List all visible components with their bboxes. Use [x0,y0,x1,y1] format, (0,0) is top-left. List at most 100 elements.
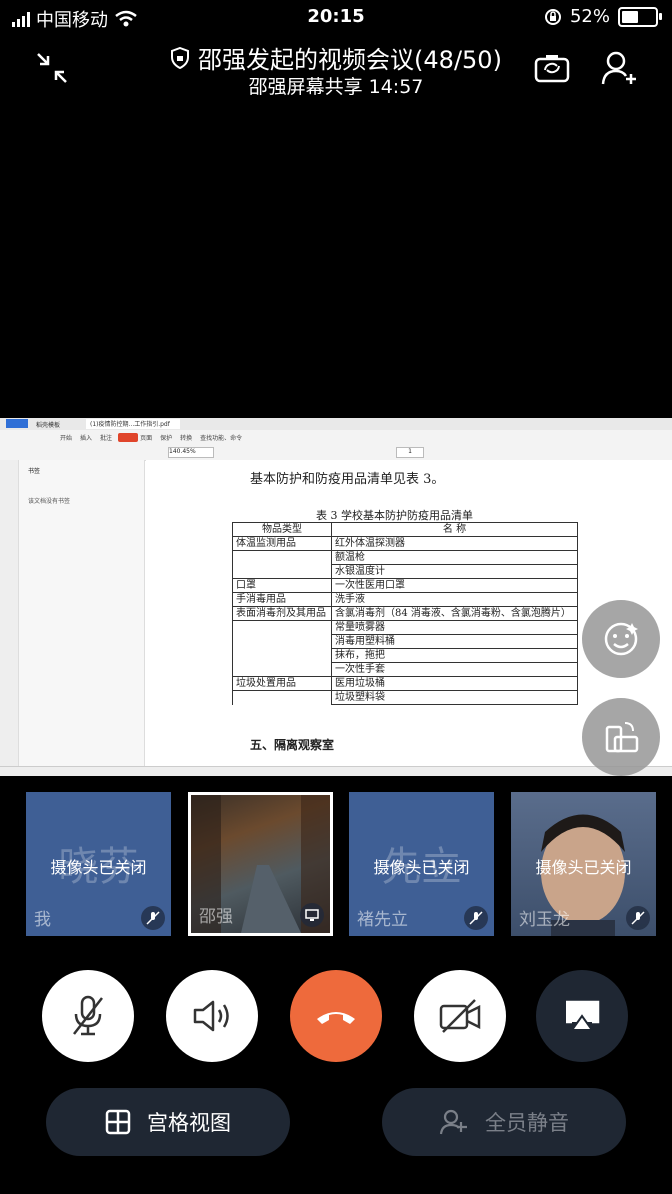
home-tab[interactable] [6,419,28,428]
table-row: 额温枪 [232,550,578,565]
document-toolbar: 开始插入批注编辑页面保护转换查找功能、命令 140.45% 1 [0,430,672,461]
mute-all-label: 全员静音 [485,1111,569,1135]
beauty-filter-button[interactable] [582,600,660,678]
toolbar-item[interactable]: 批注 [100,433,112,442]
shared-screen[interactable]: 稻壳模板 (1)疫情防控期...工作指引.pdf 开始插入批注编辑页面保护转换查… [0,418,672,776]
start-tab-highlight[interactable] [118,433,138,442]
status-strip [0,766,672,776]
table-cell: 垃圾塑料袋 [331,690,578,705]
table-cell [232,690,332,705]
battery-percent: 52% [569,6,610,27]
table-header-row: 物品类型名 称 [232,522,578,537]
toolbar-item[interactable]: 开始 [60,433,72,442]
participant-tile-active[interactable]: 邵强 [188,792,333,936]
table-cell [232,620,332,635]
table-cell: 抹布，拖把 [331,648,578,663]
supplies-table: 物品类型名 称体温监测用品 红外体温探测器 额温枪 水银温度计 口罩 一次性医用口罩 手消毒… [232,522,578,705]
rotate-screen-icon [605,722,639,753]
table-row: 消毒用塑料桶 [232,634,578,649]
camera-toggle-button[interactable] [414,970,506,1062]
table-row: 常量喷雾器 [232,620,578,635]
participant-name: 褚先立 [357,910,408,930]
table-cell: 消毒用塑料桶 [331,634,578,649]
table-cell: 水银温度计 [331,564,578,579]
camera-off-label: 摄像头已关闭 [50,858,147,877]
bookmark-title: 书签 [28,468,41,475]
panel-rail [0,460,19,766]
table-header-cell: 名 称 [331,522,578,537]
toolbar-item[interactable]: 保护 [160,433,172,442]
meeting-title-text: 邵强发起的视频会议(48/50) [198,46,502,74]
mute-button[interactable] [42,970,134,1062]
table-cell: 口罩 [232,578,332,593]
participant-tile[interactable]: 晓芬 摄像头已关闭 我 [26,792,171,936]
hang-up-button[interactable] [290,970,382,1062]
grid-view-button[interactable]: 宫格视图 [46,1088,290,1156]
table-cell [232,564,332,579]
battery-icon [618,6,662,27]
table-cell: 红外体温探测器 [331,536,578,551]
table-cell: 垃圾处置用品 [232,676,332,691]
table-row: 水银温度计 [232,564,578,579]
mic-muted-icon [464,906,488,930]
screen-share-icon [300,903,324,927]
table-cell: 手消毒用品 [232,592,332,607]
table-row: 表面消毒剂及其用品 含氯消毒剂（84 消毒液、含氯消毒粉、含氯泡腾片） [232,606,578,621]
status-right: 52% [544,6,662,27]
toolbar-item[interactable]: 查找功能、命令 [200,433,242,442]
screen-share-button[interactable] [536,970,628,1062]
add-participant-icon[interactable] [600,48,640,88]
table-row: 垃圾处置用品 医用垃圾桶 [232,676,578,691]
app-tab-bar: 稻壳模板 (1)疫情防控期...工作指引.pdf [0,418,672,430]
toolbar-item[interactable]: 页面 [140,433,152,442]
participant-tile[interactable]: 先立 摄像头已关闭 褚先立 [349,792,494,936]
rotation-lock-icon [544,8,561,25]
table-cell [232,662,332,677]
bookmark-empty: 该文档没有书签 [28,498,71,505]
mic-muted-icon [626,906,650,930]
table-row: 手消毒用品 洗手液 [232,592,578,607]
table-row: 垃圾塑料袋 [232,690,578,705]
participant-name: 邵强 [199,907,233,927]
camera-off-label: 摄像头已关闭 [535,858,632,877]
table-cell: 额温枪 [331,550,578,565]
table-row: 抹布，拖把 [232,648,578,663]
speaker-button[interactable] [166,970,258,1062]
zoom-field[interactable]: 140.45% [168,447,214,458]
status-bar: 中国移动 20:15 52% [0,0,672,34]
mic-muted-icon [141,906,165,930]
grid-icon [105,1109,131,1135]
switch-camera-icon[interactable] [532,48,572,88]
camera-off-icon [439,999,481,1033]
section-heading: 五、隔离观察室 [250,738,335,752]
participant-tile[interactable]: 摄像头已关闭 刘玉龙 [511,792,656,936]
table-cell: 一次性医用口罩 [331,578,578,593]
table-cell [232,634,332,649]
table-cell: 表面消毒剂及其用品 [232,606,332,621]
table-cell: 洗手液 [331,592,578,607]
table-row: 一次性手套 [232,662,578,677]
table-row: 口罩 一次性医用口罩 [232,578,578,593]
mute-all-icon [439,1109,467,1135]
camera-off-label: 摄像头已关闭 [373,858,470,877]
table-cell [232,648,332,663]
mute-all-button[interactable]: 全员静音 [382,1088,626,1156]
tab-pdf[interactable]: (1)疫情防控期...工作指引.pdf [86,419,180,429]
grid-view-label: 宫格视图 [147,1111,231,1135]
table-cell: 常量喷雾器 [331,620,578,635]
tab-templates[interactable]: 稻壳模板 [36,420,60,429]
hang-up-icon [317,1012,355,1024]
toolbar-item[interactable]: 转换 [180,433,192,442]
shield-lock-icon [171,46,190,69]
table-cell: 体温监测用品 [232,536,332,551]
toolbar-item[interactable]: 插入 [80,433,92,442]
doc-intro: 基本防护和防疫用品清单见表 3。 [250,472,445,487]
rotate-screen-button[interactable] [582,698,660,776]
table-cell [232,550,332,565]
page-field[interactable]: 1 [396,447,424,458]
table-row: 体温监测用品 红外体温探测器 [232,536,578,551]
table-cell: 含氯消毒剂（84 消毒液、含氯消毒粉、含氯泡腾片） [331,606,578,621]
bookmark-panel: 书签 该文档没有书签 [0,460,145,766]
airplay-icon [566,1000,600,1031]
table-title: 表 3 学校基本防护防疫用品清单 [316,509,473,522]
